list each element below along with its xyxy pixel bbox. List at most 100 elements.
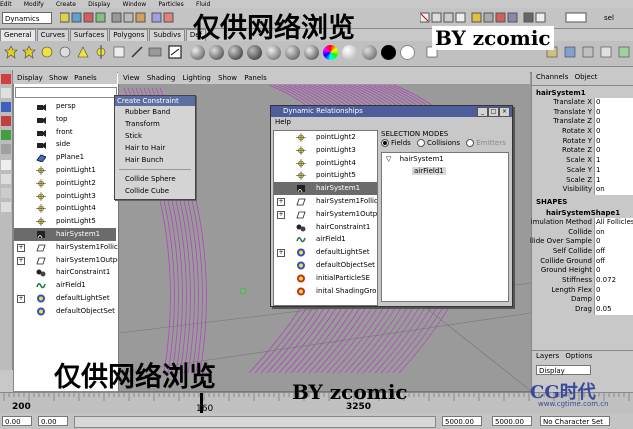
channel-row[interactable]: Scale Y1 [532, 165, 633, 176]
layout-single-icon[interactable] [1, 160, 11, 170]
collisions-radio[interactable] [417, 139, 426, 147]
shape-channel-value[interactable]: 0 [594, 295, 633, 306]
outliner-item-row[interactable]: pointLight4 [14, 202, 116, 215]
color-ball-icon[interactable] [323, 45, 338, 60]
shelf-tool-icon[interactable] [148, 45, 162, 59]
menu-particles[interactable]: Particles [158, 1, 183, 8]
shape-channel-value[interactable]: off [594, 256, 633, 267]
rotate-tool-icon[interactable] [1, 116, 11, 126]
scale-tool-icon[interactable] [1, 130, 11, 140]
material-ball-icon[interactable] [400, 45, 415, 60]
shape-channel-value[interactable]: 0.072 [594, 276, 633, 286]
shelf-tool-icon[interactable] [168, 45, 182, 59]
dynamic-object-row[interactable]: airField1 [274, 233, 377, 246]
channel-value[interactable]: 0 [594, 136, 633, 147]
outliner-item-row[interactable]: top [14, 113, 116, 126]
channel-row[interactable]: Scale Z1 [532, 175, 633, 186]
menu-item-hair-bunch[interactable]: Hair Bunch [115, 154, 195, 166]
channel-value[interactable]: 0 [594, 127, 633, 137]
shelf-tool-icon[interactable] [40, 45, 54, 59]
end-time-field[interactable]: 5000.00 [492, 416, 532, 426]
dynamic-object-row[interactable]: pointLight5 [274, 169, 377, 182]
channel-row[interactable]: Visibility on [532, 185, 633, 195]
dynamic-relationships-titlebar[interactable]: Dynamic Relationships _ □ × [271, 106, 512, 117]
dynamic-object-row[interactable]: initialParticleSE [274, 272, 377, 285]
shelf-tool-icon[interactable] [130, 45, 144, 59]
channel-value[interactable]: 0 [594, 98, 633, 108]
shape-channel-value[interactable]: All Follicles [594, 217, 633, 228]
start-time-field[interactable]: 0.00 [2, 416, 32, 426]
expand-toggle-icon[interactable]: + [277, 197, 285, 206]
menu-item-collide-cube[interactable]: Collide Cube [115, 185, 195, 197]
shape-channel-row[interactable]: Stiffness 0.072 [532, 276, 633, 286]
select-tool-icon[interactable] [1, 74, 11, 84]
menu-item-stick[interactable]: Stick [115, 130, 195, 142]
playback-start-field[interactable]: 0.00 [38, 416, 68, 426]
dynamic-object-row[interactable]: pointLight3 [274, 144, 377, 157]
material-ball-icon[interactable] [190, 45, 205, 60]
shelf-tool-icon[interactable] [112, 45, 126, 59]
material-ball-icon[interactable] [266, 45, 281, 60]
outliner-item-row[interactable]: pointLight3 [14, 190, 116, 203]
outliner-item-row[interactable]: pointLight5 [14, 215, 116, 228]
shape-channel-row[interactable]: Length Flex 0 [532, 285, 633, 296]
minimize-button[interactable]: _ [477, 107, 488, 117]
dynamic-object-row[interactable]: inital ShadingGro [274, 285, 377, 298]
shape-channel-value[interactable]: on [594, 227, 633, 238]
shelf-tool-icon[interactable] [94, 45, 108, 59]
channel-row[interactable]: Translate Z0 [532, 117, 633, 128]
shelf-tool-icon[interactable] [76, 45, 90, 59]
outliner-filter-input[interactable] [15, 87, 117, 98]
expand-toggle-icon[interactable]: + [17, 294, 25, 303]
expand-toggle-icon[interactable]: + [17, 256, 25, 265]
channel-value[interactable]: 1 [594, 175, 633, 186]
menu-edit[interactable]: Edit [0, 1, 12, 8]
viewport-menu-lighting[interactable]: Lighting [183, 74, 211, 82]
viewport-menu-view[interactable]: View [123, 74, 140, 82]
channel-row[interactable]: Rotate Y0 [532, 136, 633, 147]
outliner-item-row[interactable]: front [14, 126, 116, 139]
layers-menu-options[interactable]: Options [565, 352, 592, 360]
outliner-item-row[interactable]: defaultObjectSet [14, 305, 116, 318]
outliner-item-row[interactable]: persp [14, 100, 116, 113]
fields-radio[interactable] [381, 139, 389, 147]
menu-item-rubber-band[interactable]: Rubber Band [115, 106, 195, 118]
maximize-button[interactable]: □ [488, 107, 499, 117]
channel-row[interactable]: Scale X1 [532, 156, 633, 166]
outliner-item-row[interactable]: hairSystem1 [14, 227, 116, 241]
playback-end-field[interactable]: 5000.00 [442, 416, 482, 426]
move-tool-icon[interactable] [1, 102, 11, 112]
channel-menu-object[interactable]: Object [575, 73, 598, 81]
outliner-item-row[interactable]: + hairSystem1Outpu [14, 254, 122, 267]
shape-channel-row[interactable]: imulation Method All Follicles [531, 217, 633, 228]
outliner-menu-display[interactable]: Display [17, 74, 43, 82]
menu-window[interactable]: Window [123, 1, 147, 8]
viewport-menu-show[interactable]: Show [218, 74, 237, 82]
shelf-tool-icon[interactable] [599, 45, 613, 59]
lasso-tool-icon[interactable] [1, 88, 11, 98]
dynamic-object-row[interactable]: + hairSystem1Follic [274, 195, 377, 208]
layer-display-dropdown[interactable]: Display [536, 365, 591, 375]
expand-toggle-icon[interactable]: + [277, 249, 285, 258]
channel-row[interactable]: Rotate X0 [532, 127, 633, 137]
channel-value[interactable]: 1 [594, 156, 633, 166]
dynamic-object-row[interactable]: hairSystem1 [274, 182, 377, 195]
channel-value[interactable]: 0 [594, 117, 633, 128]
viewport-menu-shading[interactable]: Shading [147, 74, 175, 82]
shape-channel-row[interactable]: Drag 0.05 [532, 305, 633, 315]
shelf-tool-icon[interactable] [617, 45, 631, 59]
dynamic-object-row[interactable]: hairConstraint1 [274, 221, 377, 234]
material-ball-icon[interactable] [285, 45, 300, 60]
dynamic-object-row[interactable]: pointLight2 [274, 131, 377, 144]
menu-item-collide-sphere[interactable]: Collide Sphere [115, 173, 195, 185]
shape-channel-value[interactable]: 0 [594, 266, 633, 277]
shape-channel-value[interactable]: 0 [594, 237, 633, 247]
material-ball-icon[interactable] [304, 45, 319, 60]
channel-value[interactable]: 0 [594, 107, 633, 118]
outliner-item-row[interactable]: pPlane1 [14, 151, 116, 164]
menu-display[interactable]: Display [88, 1, 110, 8]
shelf-tool-icon[interactable] [563, 45, 577, 59]
shape-channel-row[interactable]: Self Collide off [532, 246, 633, 257]
dynamic-object-row[interactable]: pointLight4 [274, 157, 377, 170]
outliner-menu-panels[interactable]: Panels [74, 74, 97, 82]
